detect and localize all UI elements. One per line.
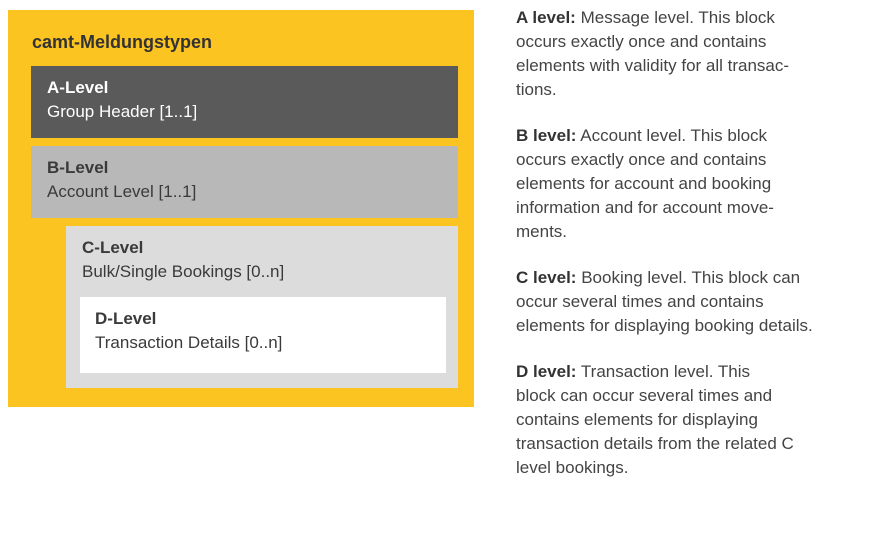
description-b-line: occurs exactly once and contains	[516, 150, 767, 169]
level-a-name: A-Level	[47, 78, 109, 97]
level-b-box: B-Level Account Level [1..1]	[31, 146, 458, 218]
level-c-name: C-Level	[82, 238, 144, 257]
description-a-term: A level:	[516, 8, 576, 27]
description-d-term: D level:	[516, 362, 577, 381]
description-a: A level: Message level. This block occur…	[516, 6, 874, 102]
description-b-line: elements for account and booking	[516, 174, 772, 193]
description-a-line: occurs exactly once and contains	[516, 32, 767, 51]
level-c-detail: Bulk/Single Bookings [0..n]	[82, 262, 285, 281]
description-d-line: transaction details from the related C	[516, 434, 794, 453]
description-c-line: occur several times and contains	[516, 292, 764, 311]
level-diagram: camt-Meldungstypen A-Level Group Header …	[8, 10, 474, 407]
description-a-line: tions.	[516, 80, 557, 99]
description-a-line: Message level. This block	[580, 8, 775, 27]
description-b-term: B level:	[516, 126, 577, 145]
description-d: D level: Transaction level. This block c…	[516, 360, 874, 480]
description-b-line: information and for account move-	[516, 198, 774, 217]
level-d-detail: Transaction Details [0..n]	[95, 333, 283, 352]
level-a-detail: Group Header [1..1]	[47, 102, 198, 121]
description-c-line: elements for displaying booking details.	[516, 316, 813, 335]
diagram-title: camt-Meldungstypen	[32, 32, 213, 52]
description-b-line: ments.	[516, 222, 568, 241]
level-b-name: B-Level	[47, 158, 109, 177]
description-c: C level: Booking level. This block can o…	[516, 266, 874, 338]
description-a-line: elements with validity for all transac-	[516, 56, 790, 75]
level-d-box: D-Level Transaction Details [0..n]	[80, 297, 446, 373]
description-d-line: level bookings.	[516, 458, 629, 477]
description-d-line: block can occur several times and	[516, 386, 773, 405]
description-c-term: C level:	[516, 268, 577, 287]
level-descriptions: A level: Message level. This block occur…	[516, 6, 874, 502]
description-d-line: Transaction level. This	[580, 362, 751, 381]
description-b-line: Account level. This block	[580, 126, 768, 145]
description-c-line: Booking level. This block can	[581, 268, 801, 287]
level-b-detail: Account Level [1..1]	[47, 182, 197, 201]
description-b: B level: Account level. This block occur…	[516, 124, 874, 244]
description-d-line: contains elements for displaying	[516, 410, 758, 429]
level-d-name: D-Level	[95, 309, 157, 328]
level-a-box: A-Level Group Header [1..1]	[31, 66, 458, 138]
